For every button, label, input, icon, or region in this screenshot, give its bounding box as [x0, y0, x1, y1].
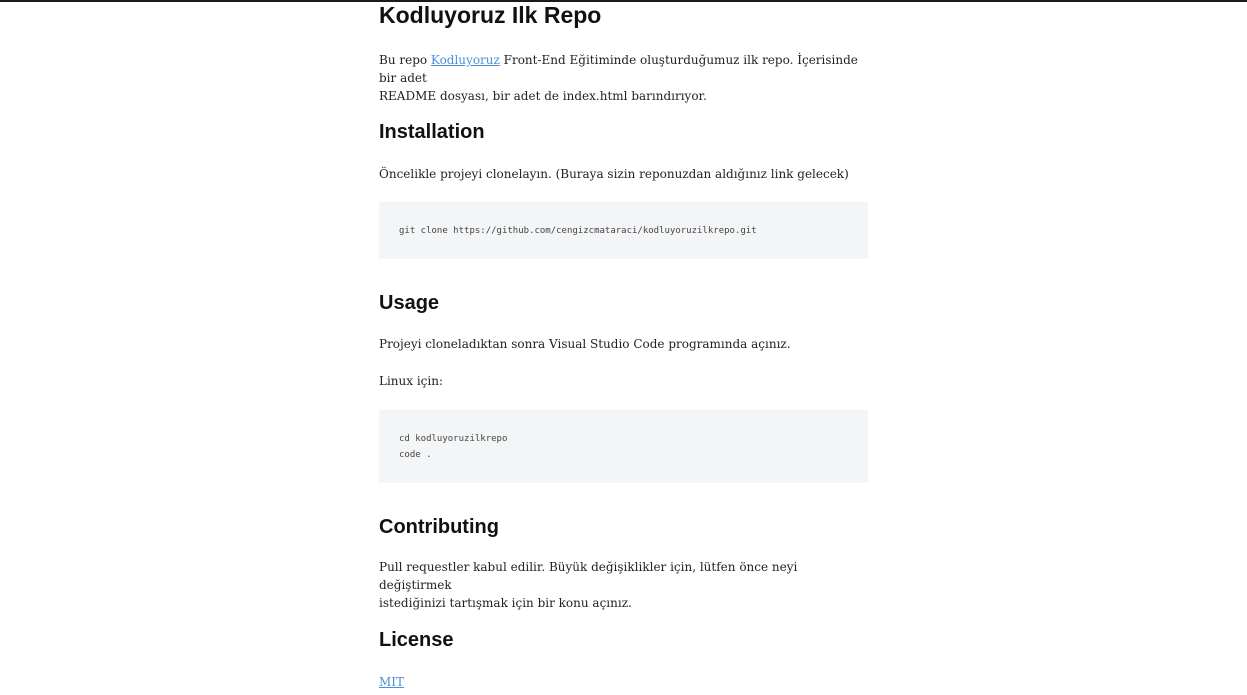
window-top-border [0, 0, 1247, 2]
contributing-line1: Pull requestler kabul edilir. Büyük deği… [379, 560, 798, 592]
git-clone-command: git clone https://github.com/cengizcmata… [399, 226, 757, 236]
license-paragraph: MIT [379, 673, 404, 691]
installation-heading: Installation [379, 121, 485, 143]
intro-paragraph: Bu repo Kodluyoruz Front-End Eğitiminde … [379, 51, 868, 105]
cd-command: cd kodluyoruzilkrepo [399, 434, 508, 444]
usage-heading: Usage [379, 292, 440, 314]
linux-label: Linux için: [379, 374, 444, 388]
intro-line2: README dosyası, bir adet de index.html b… [379, 89, 707, 103]
contributing-heading: Contributing [379, 516, 499, 538]
mit-license-link[interactable]: MIT [379, 675, 404, 689]
page-title: Kodluyoruz Ilk Repo [379, 2, 602, 28]
intro-prefix: Bu repo [379, 53, 431, 67]
contributing-line2: istediğinizi tartışmak için bir konu açı… [379, 596, 632, 610]
usage-text: Projeyi cloneladıktan sonra Visual Studi… [379, 337, 791, 351]
usage-code-block[interactable]: cd kodluyoruzilkrepo code . [379, 410, 868, 483]
contributing-paragraph: Pull requestler kabul edilir. Büyük deği… [379, 558, 868, 612]
kodluyoruz-link[interactable]: Kodluyoruz [431, 53, 500, 67]
installation-text: Öncelikle projeyi clonelayın. (Buraya si… [379, 167, 849, 181]
code-command: code . [399, 450, 432, 460]
installation-code-block[interactable]: git clone https://github.com/cengizcmata… [379, 202, 868, 259]
license-heading: License [379, 629, 454, 651]
